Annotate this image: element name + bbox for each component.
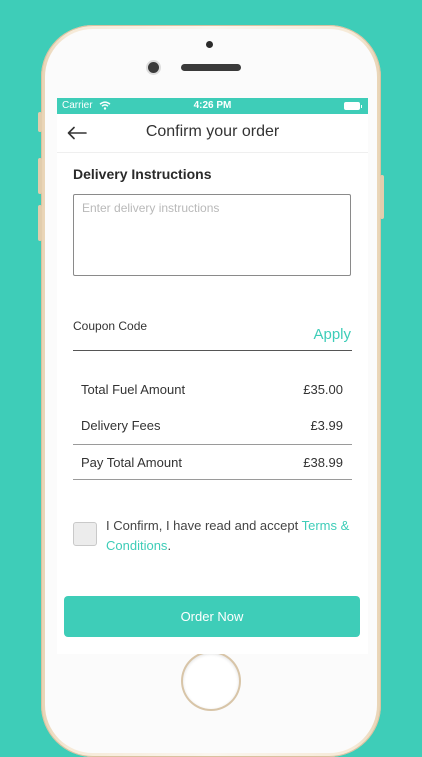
- coupon-code-input[interactable]: Coupon Code: [73, 319, 147, 333]
- total-value: £38.99: [303, 455, 343, 470]
- confirm-text: I Confirm, I have read and accept: [106, 518, 302, 533]
- summary-label: Delivery Fees: [81, 418, 161, 433]
- mute-switch: [38, 112, 42, 132]
- delivery-instructions-placeholder: Enter delivery instructions: [82, 201, 220, 215]
- volume-up-button: [38, 158, 42, 194]
- confirm-suffix: .: [167, 538, 172, 553]
- apply-coupon-button[interactable]: Apply: [313, 326, 351, 343]
- summary-divider: [73, 444, 352, 445]
- battery-icon: [344, 102, 362, 110]
- order-now-button[interactable]: Order Now: [64, 596, 360, 637]
- delivery-instructions-input[interactable]: Enter delivery instructions: [73, 194, 351, 276]
- total-label: Pay Total Amount: [81, 455, 182, 470]
- home-button[interactable]: [183, 653, 239, 709]
- front-camera-icon: [148, 62, 159, 73]
- summary-value: £35.00: [303, 382, 343, 397]
- status-bar: Carrier 4:26 PM: [57, 98, 368, 114]
- delivery-instructions-label: Delivery Instructions: [73, 166, 212, 182]
- coupon-underline: [73, 350, 352, 351]
- proximity-sensor: [206, 41, 213, 48]
- app-screen: Carrier 4:26 PM Confirm your order Deliv…: [57, 98, 368, 654]
- earpiece-speaker: [181, 64, 241, 71]
- status-time: 4:26 PM: [193, 100, 232, 111]
- summary-value: £3.99: [310, 418, 343, 433]
- terms-checkbox[interactable]: [73, 522, 97, 546]
- total-divider: [73, 479, 352, 480]
- power-button: [380, 175, 384, 219]
- page-title: Confirm your order: [145, 123, 280, 140]
- summary-label: Total Fuel Amount: [81, 382, 186, 397]
- volume-down-button: [38, 205, 42, 241]
- nav-bar: Confirm your order: [57, 114, 368, 153]
- terms-confirm-text: I Confirm, I have read and accept Terms …: [106, 516, 356, 556]
